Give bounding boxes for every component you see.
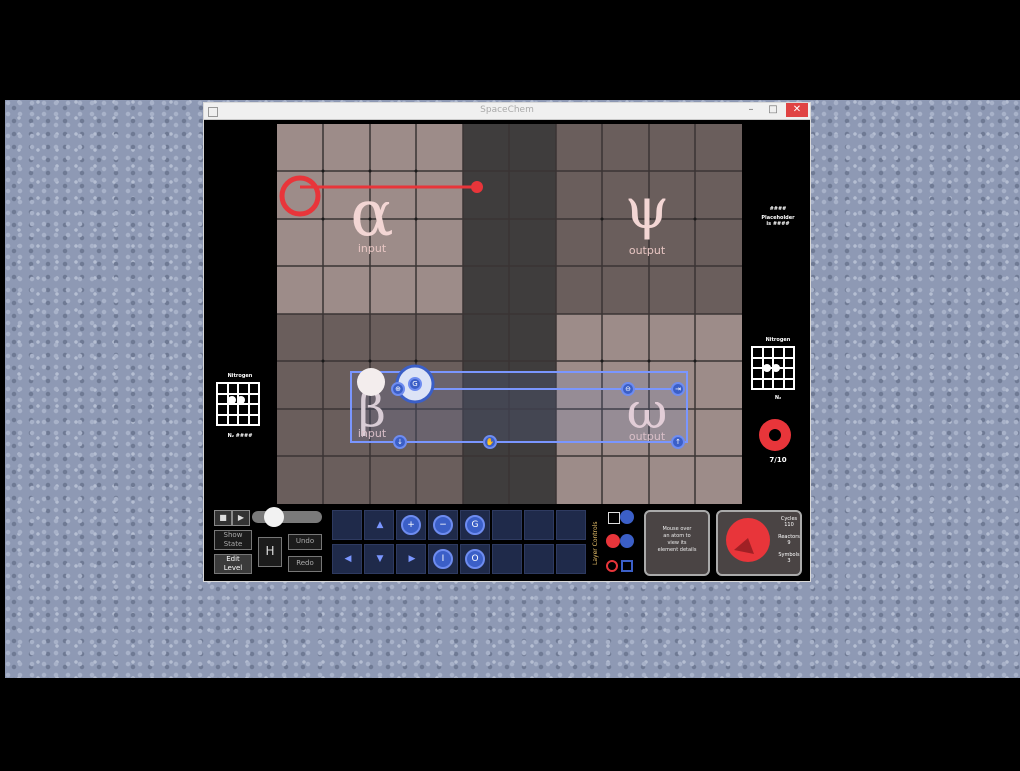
left-arrow-icon: ◀ — [344, 554, 352, 564]
left-atom-1 — [228, 396, 236, 404]
h-button[interactable]: H — [258, 537, 282, 567]
palette-slot[interactable]: ▼ — [364, 544, 394, 574]
palette-slot[interactable]: ◀ — [332, 544, 362, 574]
right-header-label: #### — [769, 206, 787, 212]
palette-slot[interactable] — [492, 510, 522, 540]
layer-controls-label: Layer Controls — [592, 521, 599, 565]
palette-slot[interactable] — [524, 544, 554, 574]
blue-up-instruction[interactable]: ↑ — [671, 435, 685, 449]
palette-slot[interactable] — [492, 544, 522, 574]
palette-slot[interactable] — [556, 510, 586, 540]
window-title: SpaceChem — [480, 105, 534, 115]
palette-slot[interactable]: O — [460, 544, 490, 574]
speed-slider[interactable] — [252, 511, 322, 523]
window-titlebar[interactable]: SpaceChem – □ ✕ — [204, 103, 810, 120]
stats-symbols-value: 3 — [787, 558, 791, 564]
stats-cycles-value: 110 — [784, 522, 794, 528]
grab-icon: G — [465, 515, 485, 535]
palette-slot[interactable]: ▲ — [364, 510, 394, 540]
right-header-sub: Placeholder is #### — [761, 215, 795, 227]
blue-drop-instruction[interactable]: ⊖ — [621, 382, 635, 396]
blue-waldo-hand[interactable]: ✋ — [483, 435, 497, 449]
palette-slot[interactable] — [524, 510, 554, 540]
right-counter: 7/10 — [769, 456, 787, 464]
bond-minus-icon: − — [433, 515, 453, 535]
reactor-progress-icon — [726, 518, 770, 562]
stop-button[interactable]: ■ — [214, 510, 232, 526]
blue-output-instruction[interactable]: ⇥ — [671, 382, 685, 396]
control-panel: ■ ▶ Show State Edit Level H Undo Redo ▲ … — [204, 504, 810, 581]
left-atom-2 — [237, 396, 245, 404]
left-molecule-title: Nitrogen — [227, 373, 253, 379]
up-arrow-icon: ▲ — [376, 520, 384, 530]
redo-button[interactable]: Redo — [288, 556, 322, 572]
input-icon: I — [433, 549, 453, 569]
progress-gear-icon — [759, 419, 791, 451]
palette-slot[interactable]: + — [396, 510, 426, 540]
game-window: SpaceChem – □ ✕ #### Placeholder is ####… — [203, 102, 811, 582]
edit-level-button[interactable]: Edit Level — [214, 554, 252, 574]
step-button[interactable]: ▶ — [232, 510, 250, 526]
stats-cycles: Cycles 110 — [776, 516, 802, 528]
layer-blue-outline-icon[interactable] — [621, 560, 633, 572]
video-letterbox-bottom — [0, 678, 1020, 771]
show-state-button[interactable]: Show State — [214, 530, 252, 550]
palette-slot[interactable]: G — [460, 510, 490, 540]
maximize-button[interactable]: □ — [764, 103, 782, 119]
right-atom-1 — [763, 364, 771, 372]
right-molecule-title: Nitrogen — [765, 337, 791, 343]
layer-blue-icon[interactable] — [620, 510, 634, 524]
element-info-box: Mouse over an atom to view its element d… — [644, 510, 710, 576]
stats-symbols: Symbols 3 — [776, 552, 802, 564]
stats-reactors: Reactors 9 — [776, 534, 802, 546]
undo-button[interactable]: Undo — [288, 534, 322, 550]
speed-slider-handle[interactable] — [264, 507, 284, 527]
palette-slot[interactable]: − — [428, 510, 458, 540]
left-molecule-sub: N₂ #### — [227, 433, 253, 439]
palette-slot[interactable]: I — [428, 544, 458, 574]
right-arrow-icon: ▶ — [408, 554, 416, 564]
bond-plus-icon: + — [401, 515, 421, 535]
down-arrow-icon: ▼ — [376, 554, 384, 564]
layer-red-outline-icon[interactable] — [606, 560, 618, 572]
palette-slot[interactable]: ▶ — [396, 544, 426, 574]
blue-bond-instruction[interactable]: ⊕ — [391, 382, 405, 396]
minimize-button[interactable]: – — [742, 103, 760, 119]
palette-slot[interactable] — [332, 510, 362, 540]
stats-reactors-value: 9 — [787, 540, 791, 546]
video-letterbox-top — [0, 0, 1020, 100]
layer-blue-icon[interactable] — [620, 534, 634, 548]
left-molecule-preview — [216, 382, 260, 426]
palette-slot[interactable] — [556, 544, 586, 574]
blue-grab-instruction[interactable]: G — [408, 377, 422, 391]
output-icon: O — [465, 549, 485, 569]
blue-down-instruction[interactable]: ↓ — [393, 435, 407, 449]
close-button[interactable]: ✕ — [786, 103, 808, 117]
right-atom-2 — [772, 364, 780, 372]
layer-red-icon[interactable] — [606, 534, 620, 548]
reactor-board[interactable]: α input ψ output β input ω output ⊕ G ↓ … — [277, 124, 742, 504]
right-molecule-formula: N₂ — [774, 395, 782, 401]
layer-toggle-red[interactable] — [608, 512, 620, 524]
